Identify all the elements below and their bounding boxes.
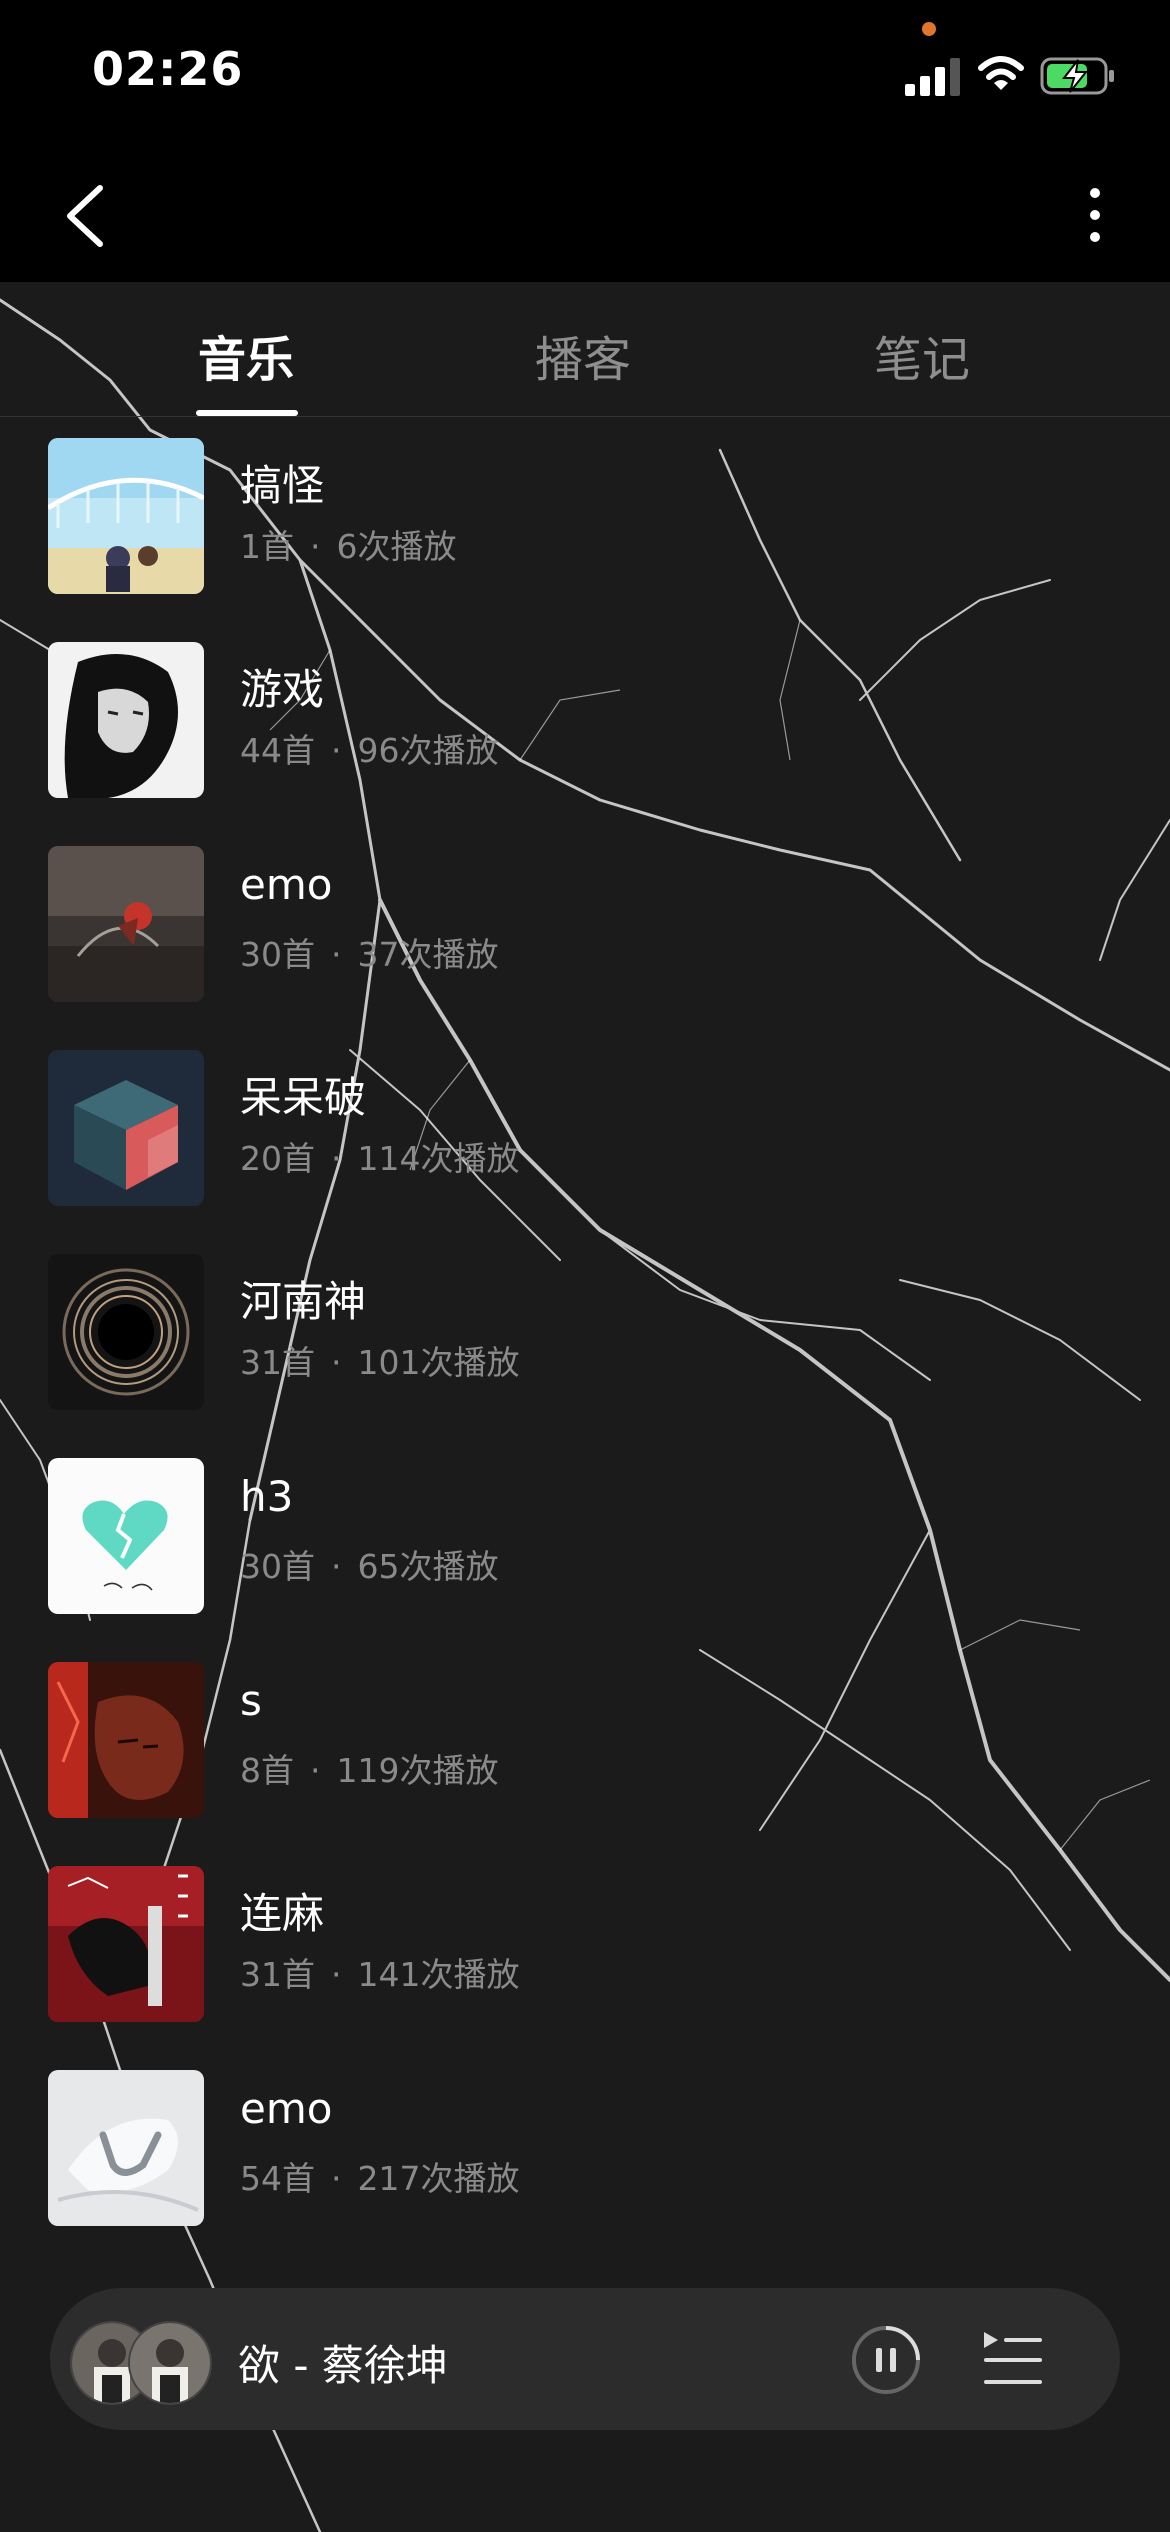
play-count: 217次播放 [357,2159,520,2198]
meta-separator: · [331,1139,342,1178]
play-count: 6次播放 [336,527,457,566]
play-count: 114次播放 [357,1139,520,1178]
playlist-meta: 44首 · 96次播放 [240,724,499,772]
pause-circle-icon[interactable] [850,2324,922,2396]
active-tab-indicator [196,410,298,416]
song-count: 8首 [240,1751,294,1790]
song-count: 31首 [240,1343,315,1382]
playlist-meta: 30首 · 65次播放 [240,1540,499,1588]
playlist-title: 搞怪 [240,461,325,510]
song-count: 30首 [240,1547,315,1586]
playlist-cover [48,1662,204,1818]
playlist-item[interactable]: s 8首 · 119次播放 [0,1654,1170,1858]
playlist-item[interactable]: emo 30首 · 37次播放 [0,838,1170,1042]
playlist-item[interactable]: 连麻 31首 · 141次播放 [0,1858,1170,2062]
chevron-left-icon[interactable] [58,180,118,250]
playlist-title: s [240,1676,262,1725]
meta-separator: · [331,1343,342,1382]
playlist-cover [48,1458,204,1614]
song-count: 20首 [240,1139,315,1178]
meta-separator: · [331,1547,342,1586]
playlist-cover [48,1050,204,1206]
playlist-meta: 31首 · 141次播放 [240,1948,520,1996]
meta-separator: · [331,731,342,770]
song-count: 31首 [240,1955,315,1994]
playlist-title: 游戏 [240,665,325,714]
playlist-title: 河南神 [240,1277,367,1326]
song-count: 30首 [240,935,315,974]
play-count: 37次播放 [357,935,499,974]
battery-charging-icon [1040,57,1114,95]
play-count: 141次播放 [357,1955,520,1994]
playlist-meta: 30首 · 37次播放 [240,928,499,976]
song-count: 44首 [240,731,315,770]
signal-icon [905,58,960,96]
playlist-item[interactable]: 游戏 44首 · 96次播放 [0,634,1170,838]
meta-separator: · [310,527,321,566]
playlist-title: 连麻 [240,1889,325,1938]
playlist-item[interactable]: emo 54首 · 217次播放 [0,2062,1170,2266]
meta-separator: · [331,2159,342,2198]
playlist-title: emo [240,2084,333,2133]
tab-podcast[interactable]: 播客 [483,320,683,390]
tab-bar: 音乐 播客 笔记 [0,282,1170,417]
playlist-meta: 1首 · 6次播放 [240,520,457,568]
playlist-meta: 31首 · 101次播放 [240,1336,520,1384]
meta-separator: · [310,1751,321,1790]
playlist-item[interactable]: h3 30首 · 65次播放 [0,1450,1170,1654]
play-count: 101次播放 [357,1343,520,1382]
meta-separator: · [331,1955,342,1994]
status-bar: 02:26 [0,0,1170,150]
more-vertical-icon[interactable] [1070,180,1120,250]
playlist-item[interactable]: 河南神 31首 · 101次播放 [0,1246,1170,1450]
meta-separator: · [331,935,342,974]
playlist-queue-icon[interactable] [980,2328,1046,2392]
tab-notes[interactable]: 笔记 [822,320,1022,390]
now-playing-cover-secondary [128,2321,212,2405]
song-count: 54首 [240,2159,315,2198]
playlist-meta: 54首 · 217次播放 [240,2152,520,2200]
playlist-meta: 8首 · 119次播放 [240,1744,499,1792]
playlist-cover [48,1254,204,1410]
playlist-cover [48,2070,204,2226]
now-playing-title: 欲 - 蔡徐坤 [238,2341,448,2390]
recording-indicator-dot [922,22,936,36]
playlist-cover [48,642,204,798]
tab-music[interactable]: 音乐 [146,320,346,390]
play-count: 96次播放 [357,731,499,770]
status-time: 02:26 [92,42,244,96]
mini-player[interactable]: 欲 - 蔡徐坤 [50,2288,1120,2430]
playlist-title: emo [240,860,333,909]
playlist-cover [48,846,204,1002]
playlist-item[interactable]: 呆呆破 20首 · 114次播放 [0,1042,1170,1246]
wifi-icon [978,56,1024,90]
nav-bar [0,150,1170,282]
playlist-title: 呆呆破 [240,1073,367,1122]
playlist-meta: 20首 · 114次播放 [240,1132,520,1180]
play-count: 119次播放 [336,1751,499,1790]
song-count: 1首 [240,527,294,566]
play-count: 65次播放 [357,1547,499,1586]
playlist-cover [48,438,204,594]
playlist-title: h3 [240,1472,294,1521]
playlist-cover [48,1866,204,2022]
playlist-item[interactable]: 搞怪 1首 · 6次播放 [0,430,1170,634]
